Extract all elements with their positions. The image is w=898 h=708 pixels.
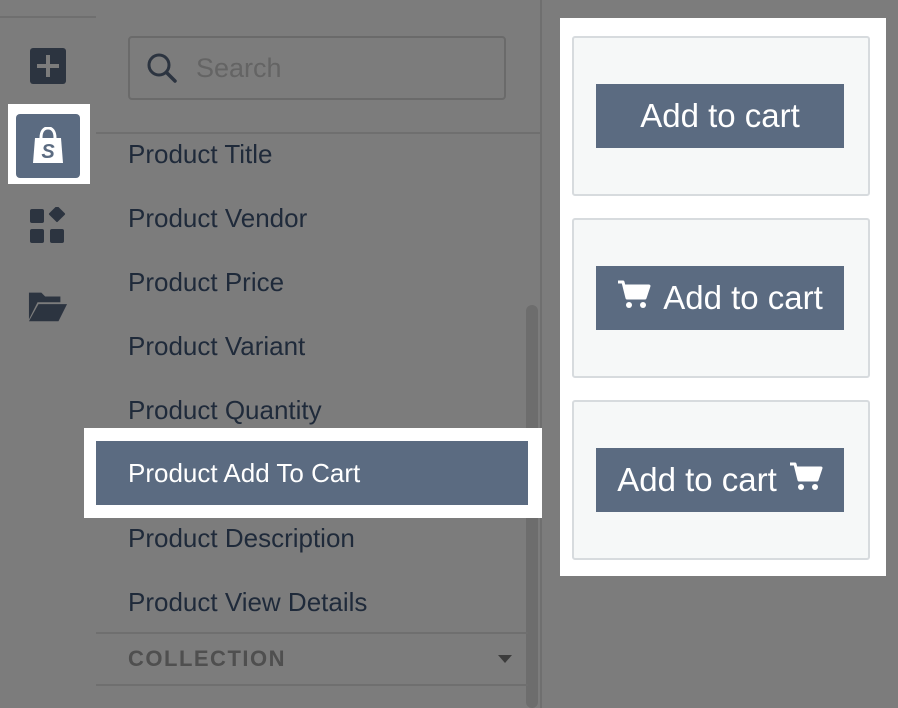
add-to-cart-button-icon-right[interactable]: Add to cart — [596, 448, 844, 512]
search-input[interactable] — [194, 48, 488, 88]
button-label: Add to cart — [663, 279, 823, 316]
preview-card[interactable]: Add to cart — [572, 218, 870, 378]
element-list: Product Title Product Vendor Product Pri… — [96, 122, 528, 634]
search-box[interactable] — [128, 36, 506, 100]
cart-icon — [617, 279, 651, 317]
add-icon[interactable] — [28, 46, 68, 86]
elements-panel: Product Title Product Vendor Product Pri… — [96, 0, 542, 708]
apps-icon[interactable] — [28, 206, 68, 246]
preview-card[interactable]: Add to cart — [572, 36, 870, 196]
folder-open-icon[interactable] — [28, 286, 68, 326]
list-item-product-vendor[interactable]: Product Vendor — [96, 186, 528, 250]
list-item-product-add-to-cart[interactable]: Product Add To Cart — [96, 441, 528, 505]
shopify-bag-icon[interactable]: S — [16, 114, 80, 178]
svg-text:S: S — [41, 141, 55, 163]
chevron-down-icon[interactable] — [498, 655, 512, 663]
section-divider — [96, 632, 528, 634]
preview-card[interactable]: Add to cart — [572, 400, 870, 560]
button-label: Add to cart — [617, 461, 777, 498]
rail-divider — [0, 16, 96, 18]
add-to-cart-button-icon-left[interactable]: Add to cart — [596, 266, 844, 330]
list-item-product-price[interactable]: Product Price — [96, 250, 528, 314]
list-item-product-variant[interactable]: Product Variant — [96, 314, 528, 378]
add-to-cart-button[interactable]: Add to cart — [596, 84, 844, 148]
button-label: Add to cart — [640, 97, 800, 134]
preview-panel: Add to cart Add to cart Add to cart — [560, 18, 886, 576]
section-divider — [96, 684, 528, 686]
cart-icon — [789, 461, 823, 499]
icon-rail: S — [0, 0, 98, 708]
list-item-product-title[interactable]: Product Title — [96, 122, 528, 186]
search-icon — [146, 52, 178, 89]
list-item-product-view-details[interactable]: Product View Details — [96, 570, 528, 634]
collection-section-header[interactable]: COLLECTION — [128, 646, 520, 676]
